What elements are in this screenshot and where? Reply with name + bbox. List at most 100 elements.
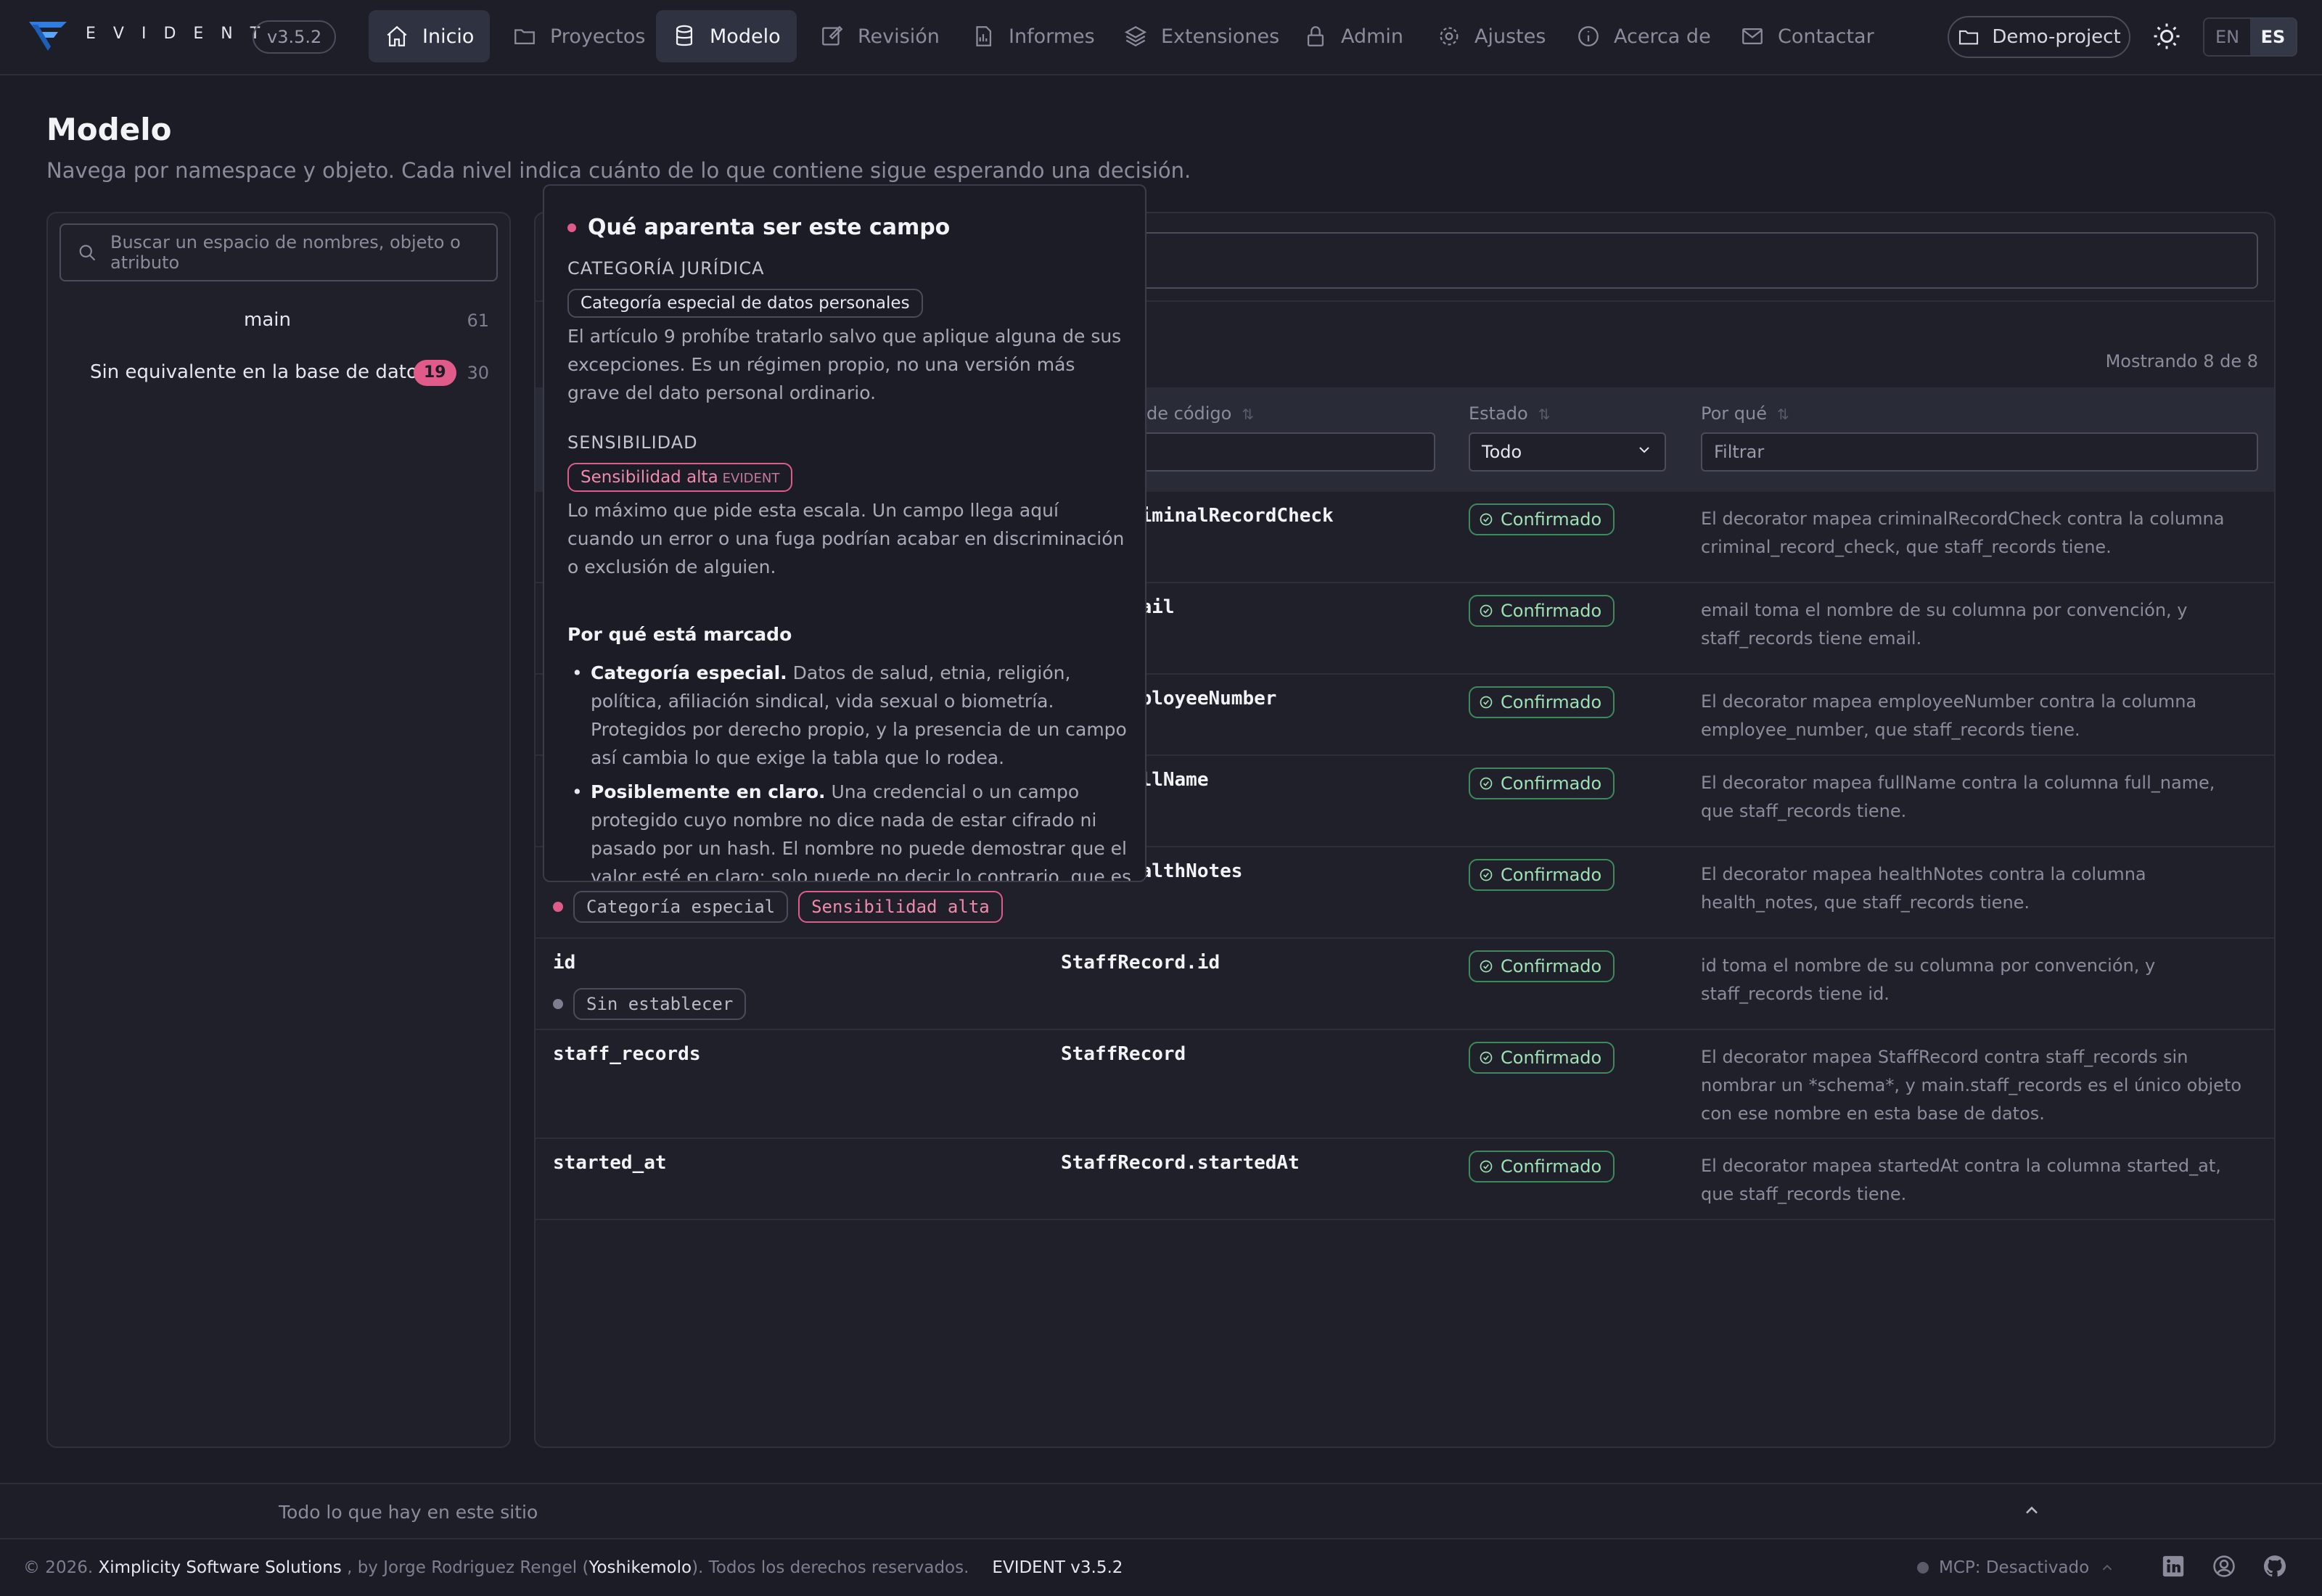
nav-label: Revisión xyxy=(858,25,940,48)
folder-icon xyxy=(514,29,535,45)
attribute-name: staff_records xyxy=(553,1043,701,1065)
nav-acerca-de[interactable]: Acerca de xyxy=(1560,10,1727,62)
check-circle-icon xyxy=(1480,960,1493,973)
nav-label: Acerca de xyxy=(1614,25,1711,48)
copyright: © 2026. Ximplicity Software Solutions , … xyxy=(23,1558,1123,1577)
tree-search-input[interactable]: Buscar un espacio de nombres, objeto o a… xyxy=(60,223,498,281)
sensitivity-dot xyxy=(553,999,563,1009)
tree-item-label: main xyxy=(244,309,291,331)
list-item: Posiblemente en claro. Una credencial o … xyxy=(567,778,1133,881)
check-circle-icon xyxy=(1480,868,1493,881)
nav-extensiones[interactable]: Extensiones xyxy=(1107,10,1295,62)
code-filter-input[interactable] xyxy=(1116,432,1435,472)
mcp-status[interactable]: MCP: Desactivado xyxy=(1917,1558,2115,1577)
theme-toggle-sun-icon[interactable] xyxy=(2152,22,2181,51)
column-header-label: Estado xyxy=(1469,403,1528,424)
page-title: Modelo xyxy=(46,112,172,147)
status-filter-select[interactable]: Todo xyxy=(1469,432,1666,472)
nav-ajustes[interactable]: Ajustes xyxy=(1421,10,1562,62)
linkedin-icon[interactable] xyxy=(2161,1554,2186,1579)
table-row[interactable]: id StaffRecord.id Sin establecer Confirm… xyxy=(536,939,2274,1030)
evident-logo-icon[interactable] xyxy=(26,17,70,55)
report-icon xyxy=(976,26,992,46)
nav-contactar[interactable]: Contactar xyxy=(1724,10,1890,62)
why-filter-input[interactable]: Filtrar xyxy=(1701,432,2258,472)
column-header-status[interactable]: Estado ⇅ xyxy=(1469,403,1550,424)
classification-tags: Categoría especial Sensibilidad alta xyxy=(553,891,1003,923)
tag-unset[interactable]: Sin establecer xyxy=(573,988,747,1020)
popover-title: Qué aparenta ser este campo xyxy=(567,215,950,240)
sort-icon: ⇅ xyxy=(1242,406,1255,423)
tree-search-placeholder: Buscar un espacio de nombres, objeto o a… xyxy=(110,232,461,273)
company-link[interactable]: Ximplicity Software Solutions xyxy=(98,1558,341,1577)
author-link[interactable]: Yoshikemolo xyxy=(588,1558,692,1577)
lang-es-button[interactable]: ES xyxy=(2250,19,2296,55)
sensitivity-label: SENSIBILIDAD xyxy=(567,432,698,453)
globe-icon[interactable] xyxy=(2212,1554,2236,1579)
lock-icon xyxy=(1307,26,1324,46)
home-icon xyxy=(387,25,407,46)
chevron-up-icon[interactable] xyxy=(2022,1500,2042,1521)
nav-label: Extensiones xyxy=(1161,25,1280,48)
nav-admin[interactable]: Admin xyxy=(1287,10,1419,62)
table-row[interactable]: staff_records StaffRecord Confirmado El … xyxy=(536,1030,2274,1139)
reason-text: El decorator mapea fullName contra la co… xyxy=(1701,773,2215,821)
copyright-mid: , by Jorge Rodriguez Rengel ( xyxy=(341,1558,589,1577)
attribute-name: id xyxy=(553,952,576,974)
reason-text: id toma el nombre de su columna por conv… xyxy=(1701,955,2156,1004)
attribute-name: started_at xyxy=(553,1152,667,1174)
tag-special-category[interactable]: Categoría especial xyxy=(573,891,789,923)
status-label: Confirmado xyxy=(1501,956,1602,976)
sort-icon: ⇅ xyxy=(1777,406,1789,423)
column-header-code[interactable]: de código ⇅ xyxy=(1146,403,1254,424)
project-selector-button[interactable]: Demo-project xyxy=(1948,16,2130,58)
reason-text: El decorator mapea employeeNumber contra… xyxy=(1701,691,2197,740)
check-circle-icon xyxy=(1480,513,1493,526)
status-filter-value: Todo xyxy=(1482,442,1522,462)
table-row[interactable]: started_at StaffRecord.startedAt Confirm… xyxy=(536,1139,2274,1220)
top-navigation: EVIDENT v3.5.2 Inicio Proyectos Modelo R… xyxy=(0,0,2322,75)
nav-label: Admin xyxy=(1341,25,1404,48)
legal-category-chip: Categoría especial de datos personales xyxy=(567,289,923,318)
nav-proyectos[interactable]: Proyectos xyxy=(496,10,661,62)
legal-category-label: CATEGORÍA JURÍDICA xyxy=(567,258,765,279)
nav-modelo[interactable]: Modelo xyxy=(656,10,797,62)
sensitivity-chip-source: EVIDENT xyxy=(722,471,780,486)
tree-item-main[interactable]: main 61 xyxy=(48,299,512,342)
sitemap-toggle-link[interactable]: Todo lo que hay en este sitio xyxy=(279,1502,538,1523)
classification-tags: Sin establecer xyxy=(553,988,747,1020)
tree-item-label: Sin equivalente en la base de datos xyxy=(90,361,428,383)
gear-icon xyxy=(1440,27,1459,46)
reason-text: email toma el nombre de su columna por c… xyxy=(1701,600,2188,649)
nav-label: Proyectos xyxy=(550,25,646,48)
mail-icon xyxy=(1742,28,1763,45)
status-label: Confirmado xyxy=(1501,1048,1602,1068)
lang-en-button[interactable]: EN xyxy=(2204,19,2250,55)
results-count: Mostrando 8 de 8 xyxy=(2105,351,2258,371)
sensitivity-chip: Sensibilidad alta EVIDENT xyxy=(567,463,793,492)
nav-label: Ajustes xyxy=(1474,25,1546,48)
status-label: Confirmado xyxy=(1501,1156,1602,1177)
status-badge: Confirmado xyxy=(1469,686,1615,718)
sensitivity-chip-label: Sensibilidad alta xyxy=(580,468,718,487)
tag-high-sensitivity[interactable]: Sensibilidad alta xyxy=(798,891,1003,923)
status-label: Confirmado xyxy=(1501,692,1602,712)
reason-text: El decorator mapea healthNotes contra la… xyxy=(1701,864,2146,913)
nav-label: Contactar xyxy=(1778,25,1874,48)
language-switcher: EN ES xyxy=(2203,17,2297,57)
why-filter-placeholder: Filtrar xyxy=(1714,442,1765,462)
check-circle-icon xyxy=(1480,604,1493,617)
status-badge: Confirmado xyxy=(1469,950,1615,982)
pending-badge: 19 xyxy=(414,360,456,386)
nav-informes[interactable]: Informes xyxy=(955,10,1111,62)
brand-name: EVIDENT xyxy=(86,25,278,43)
nav-inicio[interactable]: Inicio xyxy=(369,10,491,62)
sensitivity-text: Lo máximo que pide esta escala. Un campo… xyxy=(567,500,1125,577)
column-header-why[interactable]: Por qué ⇅ xyxy=(1701,403,1789,424)
check-circle-icon xyxy=(1480,696,1493,709)
nav-label: Modelo xyxy=(710,25,781,48)
sort-icon: ⇅ xyxy=(1538,406,1551,423)
github-icon[interactable] xyxy=(2262,1554,2287,1579)
tree-item-unmatched[interactable]: Sin equivalente en la base de datos 19 3… xyxy=(48,351,512,395)
nav-revision[interactable]: Revisión xyxy=(804,10,956,62)
